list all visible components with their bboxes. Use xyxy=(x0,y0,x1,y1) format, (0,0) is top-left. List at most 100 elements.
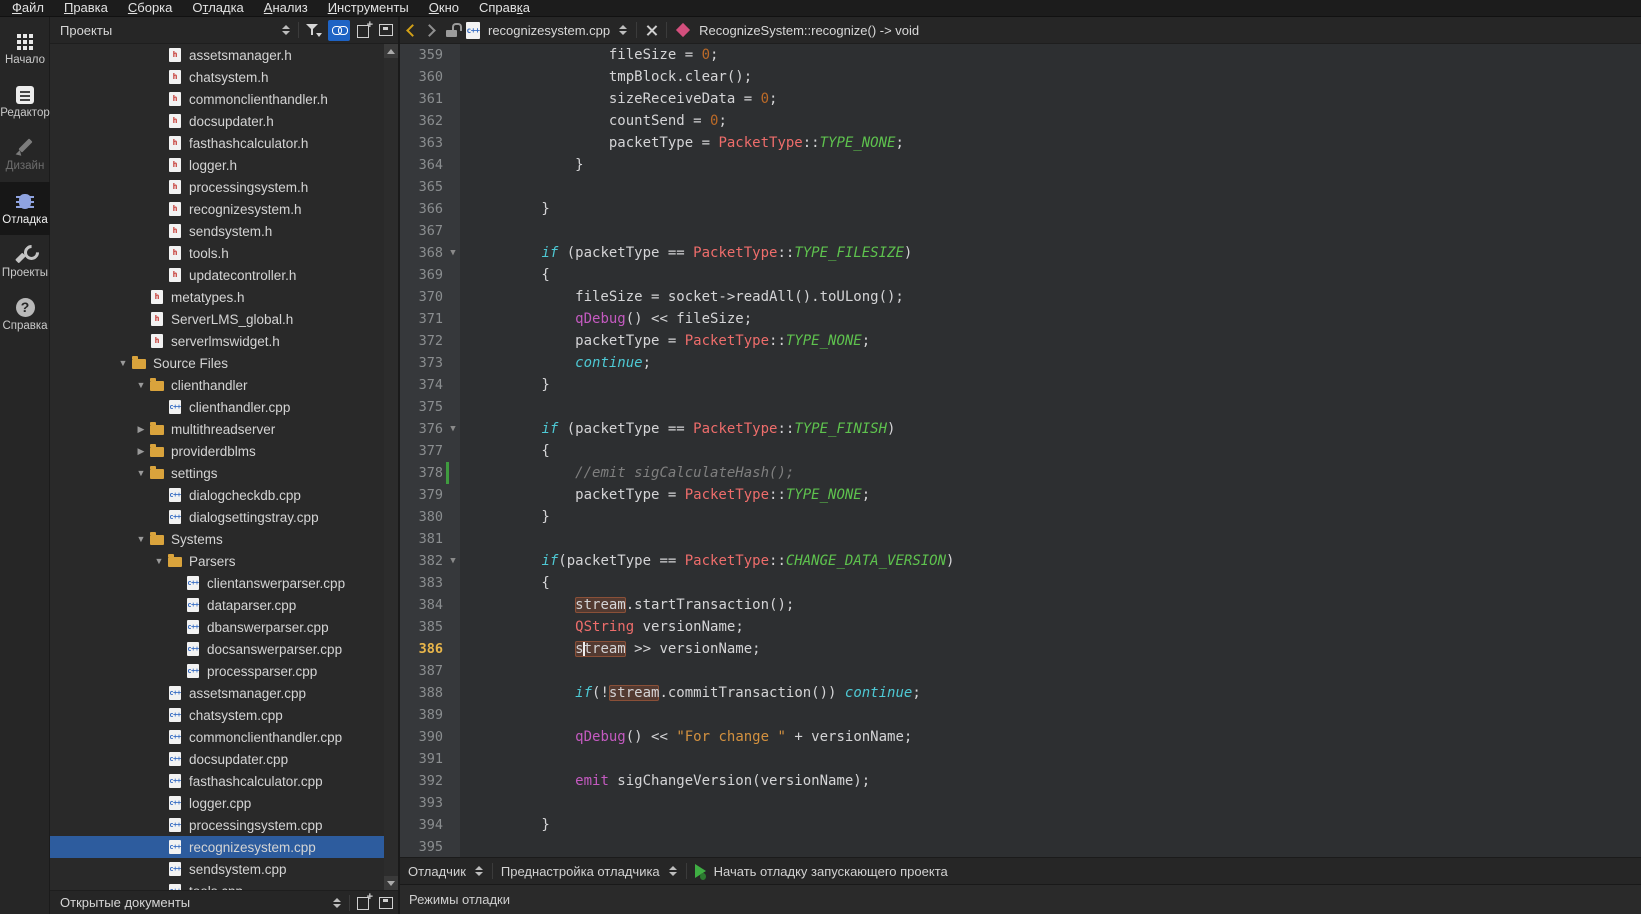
current-symbol[interactable]: RecognizeSystem::recognize() -> void xyxy=(699,23,919,38)
split-icon[interactable] xyxy=(357,896,372,909)
line-number[interactable]: 374 xyxy=(400,377,446,393)
tree-item[interactable]: hsendsystem.h xyxy=(50,220,384,242)
tree-item[interactable]: hchatsystem.h xyxy=(50,66,384,88)
line-number[interactable]: 369 xyxy=(400,267,446,283)
line-number[interactable]: 388 xyxy=(400,685,446,701)
line-number[interactable]: 375 xyxy=(400,399,446,415)
tree-item[interactable]: hServerLMS_global.h xyxy=(50,308,384,330)
tree-item[interactable]: c++processingsystem.cpp xyxy=(50,814,384,836)
updown-icon[interactable] xyxy=(281,25,291,35)
line-number[interactable]: 390 xyxy=(400,729,446,745)
tree-item[interactable]: c++dbanswerparser.cpp xyxy=(50,616,384,638)
code-text[interactable]: stream.startTransaction(); xyxy=(460,597,794,613)
chevron-down-icon[interactable]: ▼ xyxy=(115,358,131,368)
chevron-down-icon[interactable]: ▼ xyxy=(133,468,149,478)
tree-item[interactable]: hassetsmanager.h xyxy=(50,44,384,66)
code-text[interactable]: //emit sigCalculateHash(); xyxy=(460,465,794,481)
line-number[interactable]: 385 xyxy=(400,619,446,635)
line-number[interactable]: 381 xyxy=(400,531,446,547)
line-number[interactable]: 368 xyxy=(400,245,446,261)
line-number[interactable]: 394 xyxy=(400,817,446,833)
menu-item-window[interactable]: Окно xyxy=(419,0,469,17)
tree-item[interactable]: hprocessingsystem.h xyxy=(50,176,384,198)
code-text[interactable]: packetType = PacketType::TYPE_NONE; xyxy=(460,487,870,503)
line-number[interactable]: 387 xyxy=(400,663,446,679)
chevron-down-icon[interactable]: ▼ xyxy=(151,556,167,566)
code-text[interactable]: countSend = 0; xyxy=(460,113,727,129)
code-text[interactable]: sizeReceiveData = 0; xyxy=(460,91,777,107)
tree-item[interactable]: hmetatypes.h xyxy=(50,286,384,308)
tree-item[interactable]: c++assetsmanager.cpp xyxy=(50,682,384,704)
chevron-down-icon[interactable]: ▼ xyxy=(133,380,149,390)
updown-icon[interactable] xyxy=(474,866,484,876)
run-config-selector[interactable]: Преднастройка отладчика xyxy=(501,864,660,879)
tree-item[interactable]: ▼Systems xyxy=(50,528,384,550)
line-number[interactable]: 373 xyxy=(400,355,446,371)
chevron-right-icon[interactable]: ▶ xyxy=(133,446,149,457)
line-number[interactable]: 370 xyxy=(400,289,446,305)
line-number[interactable]: 376 xyxy=(400,421,446,437)
tree-item[interactable]: c++clientanswerparser.cpp xyxy=(50,572,384,594)
mode-item-welcome[interactable]: Начало xyxy=(0,23,50,76)
tree-item[interactable]: ▼Source Files xyxy=(50,352,384,374)
line-number[interactable]: 386 xyxy=(400,641,446,657)
code-text[interactable]: if (packetType == PacketType::TYPE_FINIS… xyxy=(460,421,895,437)
close-icon[interactable] xyxy=(645,24,658,37)
tree-item[interactable]: ▼clienthandler xyxy=(50,374,384,396)
code-text[interactable]: { xyxy=(460,443,550,459)
tree-item[interactable]: hrecognizesystem.h xyxy=(50,198,384,220)
tree-item[interactable]: c++commonclienthandler.cpp xyxy=(50,726,384,748)
code-text[interactable]: fileSize = socket->readAll().toULong(); xyxy=(460,289,904,305)
line-number[interactable]: 393 xyxy=(400,795,446,811)
debug-start-label[interactable]: Начать отладку запускающего проекта xyxy=(714,864,948,879)
menu-item-debug[interactable]: Отладка xyxy=(182,0,253,17)
code-text[interactable]: } xyxy=(460,201,550,217)
line-number[interactable]: 377 xyxy=(400,443,446,459)
code-text[interactable]: { xyxy=(460,267,550,283)
fold-marker-icon[interactable]: ▼ xyxy=(446,248,460,258)
line-number[interactable]: 365 xyxy=(400,179,446,195)
line-number[interactable]: 367 xyxy=(400,223,446,239)
open-documents-title[interactable]: Открытые документы xyxy=(50,895,332,910)
code-text[interactable]: qDebug() << fileSize; xyxy=(460,311,752,327)
tree-item[interactable]: c++tools.cpp xyxy=(50,880,384,890)
line-number[interactable]: 392 xyxy=(400,773,446,789)
code-text[interactable]: } xyxy=(460,509,550,525)
open-file-name[interactable]: recognizesystem.cpp xyxy=(488,23,610,38)
line-number[interactable]: 371 xyxy=(400,311,446,327)
code-text[interactable]: { xyxy=(460,575,550,591)
line-number[interactable]: 382 xyxy=(400,553,446,569)
code-text[interactable]: if(packetType == PacketType::CHANGE_DATA… xyxy=(460,553,954,569)
tree-item[interactable]: c++fasthashcalculator.cpp xyxy=(50,770,384,792)
tree-item[interactable]: c++dialogsettingstray.cpp xyxy=(50,506,384,528)
tree-item[interactable]: c++recognizesystem.cpp xyxy=(50,836,384,858)
line-number[interactable]: 360 xyxy=(400,69,446,85)
code-text[interactable]: QString versionName; xyxy=(460,619,744,635)
tree-item[interactable]: hserverlmswidget.h xyxy=(50,330,384,352)
forward-icon[interactable] xyxy=(423,24,436,37)
updown-icon[interactable] xyxy=(668,866,678,876)
line-number[interactable]: 391 xyxy=(400,751,446,767)
tree-item[interactable]: c++dialogcheckdb.cpp xyxy=(50,484,384,506)
code-text[interactable]: } xyxy=(460,817,550,833)
updown-icon[interactable] xyxy=(618,25,628,35)
fold-marker-icon[interactable]: ▼ xyxy=(446,556,460,566)
collapse-icon[interactable] xyxy=(379,897,393,909)
debug-start-icon[interactable] xyxy=(695,864,706,878)
tree-item[interactable]: hfasthashcalculator.h xyxy=(50,132,384,154)
line-number[interactable]: 362 xyxy=(400,113,446,129)
code-text[interactable]: packetType = PacketType::TYPE_NONE; xyxy=(460,135,904,151)
split-icon[interactable] xyxy=(357,24,372,37)
code-text[interactable]: fileSize = 0; xyxy=(460,47,718,63)
tree-item[interactable]: htools.h xyxy=(50,242,384,264)
tree-item[interactable]: ▶providerdblms xyxy=(50,440,384,462)
code-text[interactable]: } xyxy=(460,157,584,173)
filter-icon[interactable] xyxy=(306,23,321,37)
tree-item[interactable]: c++clienthandler.cpp xyxy=(50,396,384,418)
lock-icon[interactable] xyxy=(446,23,458,37)
code-text[interactable]: tmpBlock.clear(); xyxy=(460,69,752,85)
menu-item-analyze[interactable]: Анализ xyxy=(254,0,318,17)
link-with-editor-button[interactable] xyxy=(328,20,350,41)
code-text[interactable]: if(!stream.commitTransaction()) continue… xyxy=(460,685,921,701)
line-number[interactable]: 366 xyxy=(400,201,446,217)
